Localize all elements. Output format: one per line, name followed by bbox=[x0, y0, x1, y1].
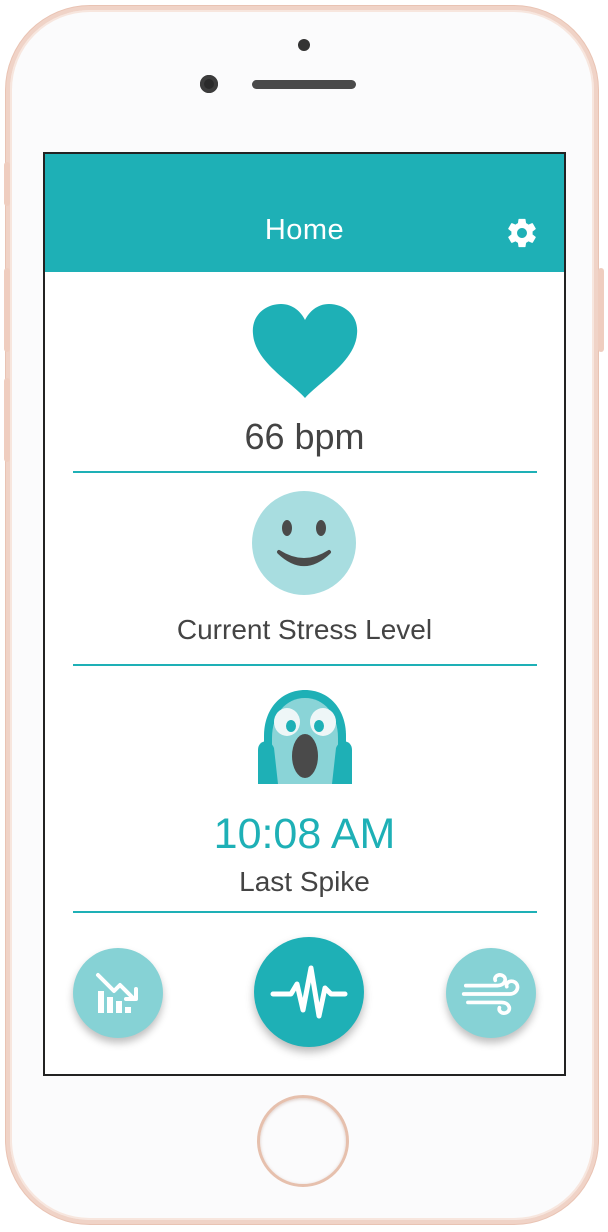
mute-switch bbox=[4, 162, 10, 206]
front-camera bbox=[200, 75, 218, 93]
wind-breathing-icon bbox=[461, 973, 520, 1015]
declining-chart-icon bbox=[96, 973, 138, 1013]
volume-down-button bbox=[4, 378, 10, 462]
heartbeat-pulse-icon bbox=[270, 965, 348, 1019]
page-title: Home bbox=[264, 214, 345, 246]
heart-monitor-button[interactable] bbox=[254, 937, 364, 1047]
gear-icon[interactable] bbox=[505, 216, 539, 250]
divider bbox=[73, 664, 537, 666]
screaming-face-icon bbox=[258, 690, 352, 784]
breathing-exercise-button[interactable] bbox=[446, 948, 536, 1038]
app-screen: Home 66 bpm Current Stress Level 10:08 A… bbox=[43, 152, 566, 1076]
stress-trend-button[interactable] bbox=[73, 948, 163, 1038]
header-bar: Home bbox=[45, 154, 564, 272]
heart-icon bbox=[252, 304, 358, 398]
divider bbox=[73, 471, 537, 473]
proximity-sensor bbox=[298, 39, 310, 51]
volume-up-button bbox=[4, 268, 10, 352]
last-spike-label: Last Spike bbox=[239, 866, 370, 897]
earpiece-speaker bbox=[252, 80, 356, 89]
stress-level-label: Current Stress Level bbox=[176, 614, 433, 645]
smiley-face-icon bbox=[252, 491, 356, 595]
power-button bbox=[598, 268, 604, 352]
heart-rate-value: 66 bpm bbox=[244, 416, 365, 457]
last-spike-time: 10:08 AM bbox=[213, 810, 396, 858]
divider bbox=[73, 911, 537, 913]
home-button[interactable] bbox=[257, 1095, 349, 1187]
